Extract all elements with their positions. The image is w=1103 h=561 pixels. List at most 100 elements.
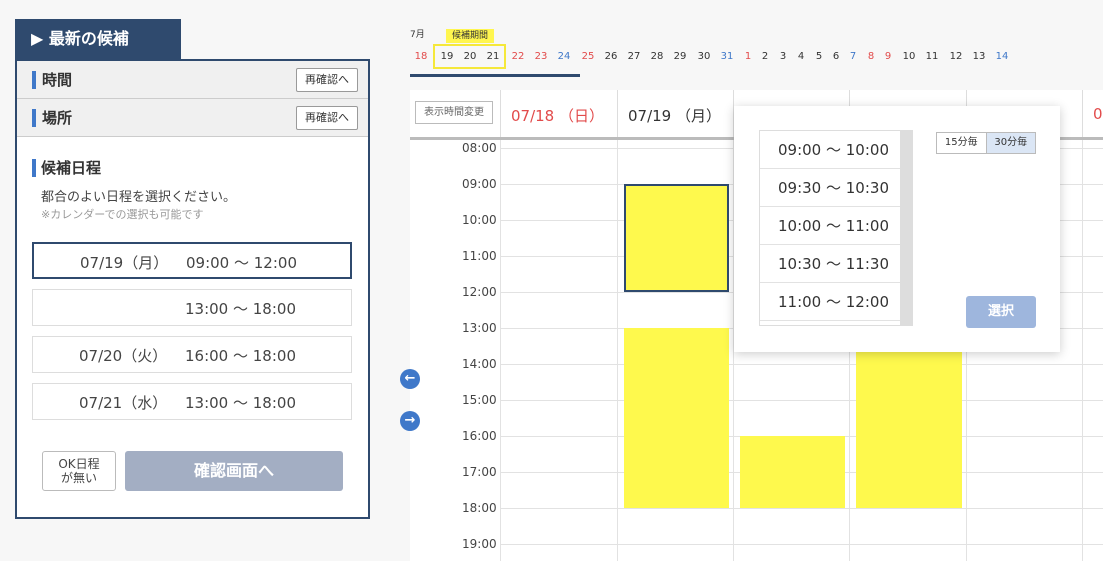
recheck-time-button[interactable]: 再確認へ (296, 68, 358, 92)
interval-15-button[interactable]: 15分毎 (937, 133, 986, 153)
time-option[interactable]: 09:00 〜 10:00 (760, 131, 902, 169)
candidates-title: 候補日程 (41, 159, 102, 177)
date-strip-day[interactable]: 6 (833, 51, 839, 62)
hour-label: 19:00 (462, 537, 497, 551)
no-ok-date-line2: が無い (60, 471, 97, 485)
date-strip-day[interactable]: 31 (721, 51, 734, 62)
available-time-block[interactable] (856, 328, 962, 508)
candidate-slot[interactable]: 07/20（火） 16:00 〜 18:00 (32, 336, 352, 373)
grid-column-line (617, 140, 618, 561)
candidate-slot[interactable]: 13:00 〜 18:00 (32, 289, 352, 326)
candidate-panel: 時間 再確認へ 場所 再確認へ 候補日程 都合のよい日程を選択ください。 ※カレ… (15, 59, 370, 519)
change-display-time-button[interactable]: 表示時間変更 (415, 101, 493, 124)
no-ok-date-line1: OK日程 (58, 457, 100, 471)
date-strip-day[interactable]: 8 (868, 51, 874, 62)
hour-label: 11:00 (462, 249, 497, 263)
candidate-slot[interactable]: 07/19（月） 09:00 〜 12:00 (32, 242, 352, 279)
available-time-block[interactable] (624, 184, 729, 292)
date-strip-day[interactable]: 30 (698, 51, 711, 62)
time-section: 時間 再確認へ (17, 61, 368, 99)
date-strip-day[interactable]: 14 (996, 51, 1009, 62)
time-option[interactable]: 10:30 〜 11:30 (760, 245, 902, 283)
slot-time: 09:00 〜 12:00 (186, 254, 297, 272)
date-strip-day[interactable]: 4 (798, 51, 804, 62)
date-strip-day[interactable]: 21 (487, 51, 500, 62)
interval-toggle: 15分毎 30分毎 (936, 132, 1036, 154)
prev-week-arrow-icon[interactable]: ← (400, 369, 420, 389)
select-button[interactable]: 選択 (966, 296, 1036, 328)
hour-label: 14:00 (462, 357, 497, 371)
grid-hour-line (500, 508, 1103, 509)
date-strip-day[interactable]: 19 (441, 51, 454, 62)
date-strip-day[interactable]: 27 (628, 51, 641, 62)
date-strip-day[interactable]: 28 (651, 51, 664, 62)
grid-column-line (1082, 140, 1083, 561)
no-ok-date-button[interactable]: OK日程 が無い (42, 451, 116, 491)
latest-candidates-tab[interactable]: ▶ 最新の候補 (15, 19, 181, 59)
available-time-block[interactable] (740, 436, 845, 508)
hour-label: 12:00 (462, 285, 497, 299)
date-strip-day[interactable]: 7 (850, 51, 856, 62)
slot-time: 13:00 〜 18:00 (185, 300, 296, 318)
date-strip-day[interactable]: 22 (512, 51, 525, 62)
date-strip-day[interactable]: 3 (780, 51, 786, 62)
hour-label: 18:00 (462, 501, 497, 515)
date-strip-day[interactable]: 29 (674, 51, 687, 62)
date-strip-day[interactable]: 18 (415, 51, 428, 62)
hour-label: 09:00 (462, 177, 497, 191)
time-option-scrollbar[interactable] (900, 131, 912, 325)
date-strip-day[interactable]: 9 (885, 51, 891, 62)
date-strip-day[interactable]: 20 (464, 51, 477, 62)
grid-column-line (500, 140, 501, 561)
slot-time: 16:00 〜 18:00 (185, 347, 296, 365)
date-strip-day[interactable]: 1 (745, 51, 751, 62)
header-divider (500, 90, 501, 137)
scheduler-app: ▶ 最新の候補 時間 再確認へ 場所 再確認へ 候補日程 都合のよい日程を選択く… (0, 0, 1103, 561)
calendar-note: ※カレンダーでの選択も可能です (41, 208, 204, 221)
date-strip-day[interactable]: 25 (582, 51, 595, 62)
date-strip-day[interactable]: 10 (903, 51, 916, 62)
date-strip-day[interactable]: 26 (605, 51, 618, 62)
next-week-arrow-icon[interactable]: → (400, 411, 420, 431)
day-column-title[interactable]: 07/19 （月） (628, 105, 721, 126)
date-strip-day[interactable]: 24 (558, 51, 571, 62)
date-strip-day[interactable]: 11 (926, 51, 939, 62)
go-to-confirm-button[interactable]: 確認画面へ (125, 451, 343, 491)
time-option-list[interactable]: 09:00 〜 10:00 09:30 〜 10:30 10:00 〜 11:0… (759, 130, 913, 326)
date-strip-day[interactable]: 5 (816, 51, 822, 62)
time-option[interactable]: 10:00 〜 11:00 (760, 207, 902, 245)
date-strip-day[interactable]: 12 (950, 51, 963, 62)
time-option[interactable]: 11:00 〜 12:00 (760, 283, 902, 321)
hour-label: 13:00 (462, 321, 497, 335)
interval-30-button[interactable]: 30分毎 (985, 133, 1035, 153)
instruction-text: 都合のよい日程を選択ください。 (41, 190, 237, 205)
candidate-period-tag: 候補期間 (446, 29, 494, 43)
slot-date: 07/19（月） (80, 254, 169, 272)
date-strip-day[interactable]: 13 (973, 51, 986, 62)
date-strip-day[interactable]: 23 (535, 51, 548, 62)
date-strip: 18 19 20 21 22 23 24 25 26 27 28 29 30 31 1 2 3 4 5 6 7 8 9 10 1… (410, 51, 1030, 65)
header-divider (617, 90, 618, 137)
section-marker (32, 159, 36, 177)
hour-label: 10:00 (462, 213, 497, 227)
candidate-slot[interactable]: 07/21（水） 13:00 〜 18:00 (32, 383, 352, 420)
date-strip-indicator (410, 74, 580, 77)
time-option[interactable]: 09:30 〜 10:30 (760, 169, 902, 207)
day-column-title[interactable]: 07/18 （日） (511, 105, 604, 126)
section-marker (32, 71, 36, 89)
date-strip-day[interactable]: 2 (762, 51, 768, 62)
place-section-label: 場所 (42, 109, 73, 127)
grid-hour-line (500, 364, 1103, 365)
grid-hour-line (500, 544, 1103, 545)
recheck-place-button[interactable]: 再確認へ (296, 106, 358, 130)
hour-label: 17:00 (462, 465, 497, 479)
day-column-title[interactable]: 0 (1093, 105, 1103, 123)
slot-time: 13:00 〜 18:00 (185, 394, 296, 412)
slot-date: 07/21（水） (79, 394, 168, 412)
hour-label: 16:00 (462, 429, 497, 443)
header-divider (1082, 90, 1083, 137)
month-label: 7月 (410, 30, 425, 40)
available-time-block[interactable] (624, 328, 729, 508)
hour-label: 15:00 (462, 393, 497, 407)
section-marker (32, 109, 36, 127)
